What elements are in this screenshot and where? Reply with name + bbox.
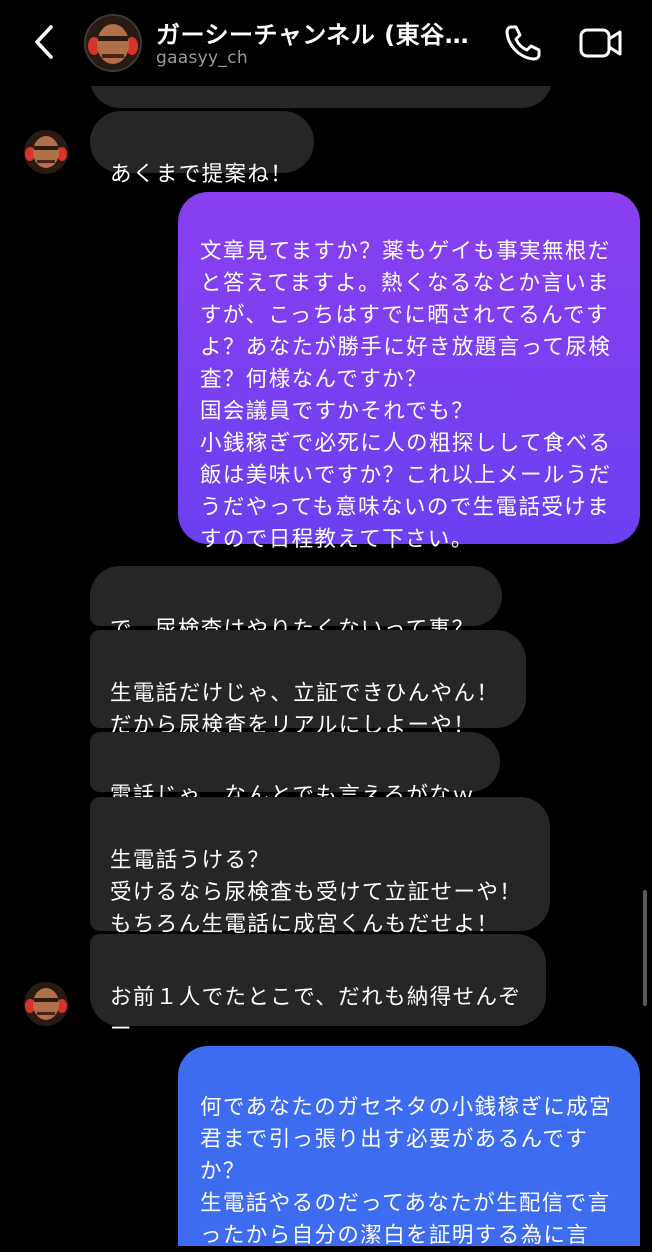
- sender-avatar[interactable]: [24, 130, 68, 174]
- contact-avatar[interactable]: [84, 14, 142, 72]
- chevron-left-icon: [35, 25, 53, 59]
- avatar-face-icon: [24, 982, 68, 1026]
- phone-icon: [505, 25, 541, 61]
- message-text: 生電話だけじゃ、立証できひんやん！ だから尿検査をリアルにしよーや！: [110, 681, 500, 738]
- video-call-button[interactable]: [578, 24, 624, 62]
- message-text: 何であなたのガセネタの小銭稼ぎに成宮君まで引っ張り出す必要があるんですか？ 生電…: [200, 1095, 612, 1248]
- message-text: 文章見てますか？薬もゲイも事実無根だと答えてますよ。熱くなるなとか言いますが、こ…: [200, 239, 612, 552]
- sender-avatar[interactable]: [24, 982, 68, 1026]
- message-thread[interactable]: あくまで提案ね！ 文章見てますか？薬もゲイも事実無根だと答えてますよ。熱くなるな…: [0, 0, 652, 1248]
- message-bubble-incoming[interactable]: 電話じゃ、なんとでも言えるがなｗ: [90, 732, 500, 808]
- scrollbar[interactable]: [643, 890, 647, 1006]
- call-button[interactable]: [502, 22, 544, 64]
- message-bubble-incoming[interactable]: あくまで提案ね！: [90, 111, 314, 187]
- message-bubble-outgoing[interactable]: 何であなたのガセネタの小銭稼ぎに成宮君まで引っ張り出す必要があるんですか？ 生電…: [178, 1046, 640, 1248]
- contact-name[interactable]: ガーシーチャンネル (東谷…: [156, 15, 476, 50]
- video-camera-icon: [579, 28, 622, 58]
- message-bubble-incoming[interactable]: 生電話だけじゃ、立証できひんやん！ だから尿検査をリアルにしよーや！: [90, 630, 526, 738]
- message-bubble-incoming[interactable]: 生電話うける？ 受けるなら尿検査も受けて立証せーや！ もちろん生電話に成宮くんも…: [90, 797, 550, 937]
- message-text: 生電話うける？ 受けるなら尿検査も受けて立証せーや！ もちろん生電話に成宮くんも…: [110, 848, 523, 937]
- avatar-face-icon: [86, 16, 140, 70]
- contact-handle: gaasyy_ch: [156, 48, 248, 68]
- message-text: あくまで提案ね！: [110, 162, 294, 187]
- message-bubble-incoming[interactable]: お前１人でたとこで、だれも納得せんぞー: [90, 934, 546, 1042]
- message-bubble-incoming[interactable]: で、尿検査はやりたくないって事？: [90, 566, 502, 642]
- message-bubble-outgoing[interactable]: 文章見てますか？薬もゲイも事実無根だと答えてますよ。熱くなるなとか言いますが、こ…: [178, 192, 640, 552]
- message-text: お前１人でたとこで、だれも納得せんぞー: [110, 985, 522, 1042]
- avatar-face-icon: [24, 130, 68, 174]
- chat-header: ガーシーチャンネル (東谷… gaasyy_ch: [0, 0, 652, 86]
- back-button[interactable]: [26, 22, 62, 62]
